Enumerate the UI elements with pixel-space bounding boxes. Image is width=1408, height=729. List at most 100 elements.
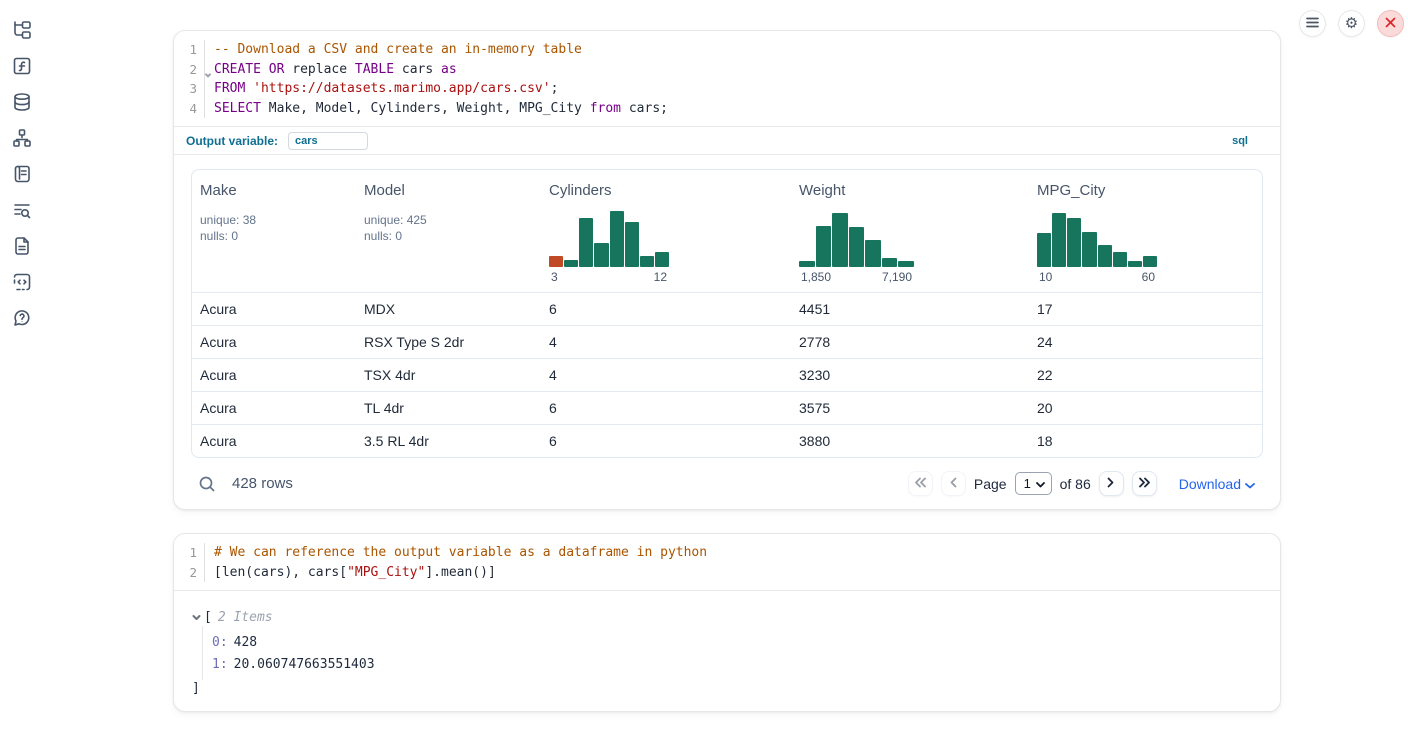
- code-token: Make, Model, Cylinders, Weight, MPG_City: [261, 101, 590, 116]
- page-select-value: 1: [1024, 476, 1031, 491]
- column-name: Make: [200, 182, 348, 199]
- scratchpad-icon: [12, 164, 32, 189]
- settings-button[interactable]: ⚙: [1338, 10, 1365, 37]
- sidebar-item-file-explorer[interactable]: [12, 22, 32, 42]
- dependency-graph-icon: [12, 128, 32, 153]
- column-name: Weight: [799, 182, 1021, 199]
- snippets-code-icon: [12, 272, 32, 297]
- cell-weight: 4451: [791, 293, 1029, 325]
- sidebar-item-logs[interactable]: [12, 202, 32, 222]
- fold-chevron-icon[interactable]: [204, 65, 212, 85]
- tree-items: 0:428 1:20.060747663551403: [202, 626, 1262, 680]
- sidebar-item-help[interactable]: [12, 310, 32, 330]
- hist-min-label: 3: [551, 270, 558, 284]
- histogram-bar: [610, 211, 624, 267]
- histogram-bar: [1098, 245, 1112, 267]
- column-name: MPG_City: [1037, 182, 1254, 199]
- column-header-make[interactable]: Make unique: 38nulls: 0: [192, 170, 356, 292]
- divider: [174, 154, 1280, 155]
- line-number: 2: [174, 60, 204, 80]
- histogram-bar: [1052, 213, 1066, 267]
- output-tree: [ 2 Items 0:428 1:20.060747663551403 ]: [174, 591, 1280, 698]
- column-name: Model: [364, 182, 533, 199]
- histogram-bar: [799, 261, 815, 267]
- last-page-button[interactable]: [1132, 471, 1157, 496]
- column-header-cylinders[interactable]: Cylinders 3 12: [541, 170, 791, 292]
- histogram-bar: [898, 261, 914, 267]
- sidebar-item-scratchpad[interactable]: [12, 166, 32, 186]
- histogram-mpg-city: 10 60: [1037, 211, 1157, 284]
- histogram-bar: [655, 252, 669, 267]
- cell-cylinders: 6: [541, 425, 791, 457]
- sidebar-item-snippets[interactable]: [12, 274, 32, 294]
- download-button[interactable]: Download: [1179, 476, 1255, 492]
- column-stats: unique: 38nulls: 0: [200, 212, 348, 244]
- column-header-mpg-city[interactable]: MPG_City 10 60: [1029, 170, 1262, 292]
- code-token: TABLE: [355, 62, 394, 77]
- code-line: 3 FROM 'https://datasets.marimo.app/cars…: [174, 79, 1280, 99]
- code-token: cars: [394, 62, 441, 77]
- code-token: SELECT: [214, 101, 261, 116]
- cell-weight: 3230: [791, 359, 1029, 391]
- first-page-button[interactable]: [908, 471, 933, 496]
- code-token: [len(cars), cars[: [214, 565, 347, 580]
- histogram-bar: [594, 243, 608, 267]
- sidebar-item-dependency-graph[interactable]: [12, 130, 32, 150]
- search-button[interactable]: [198, 475, 216, 493]
- histogram-bar: [882, 258, 898, 267]
- database-icon: [12, 92, 32, 117]
- line-number: 1: [174, 40, 204, 60]
- sidebar-item-functions[interactable]: [12, 58, 32, 78]
- page-select[interactable]: 1: [1015, 472, 1052, 495]
- code-token: as: [441, 62, 457, 77]
- cell-cylinders: 6: [541, 293, 791, 325]
- code-token: [261, 62, 269, 77]
- hist-min-label: 10: [1039, 270, 1052, 284]
- collapse-chevron-icon[interactable]: [192, 612, 202, 622]
- menu-button[interactable]: [1299, 10, 1326, 37]
- output-variable-input[interactable]: [288, 132, 368, 150]
- document-icon: [12, 236, 32, 261]
- code-token: CREATE: [214, 62, 261, 77]
- sql-cell: 1 -- Download a CSV and create an in-mem…: [173, 30, 1281, 510]
- python-code-editor[interactable]: 1 # We can reference the output variable…: [174, 534, 1280, 590]
- cell-model: TSX 4dr: [356, 359, 541, 391]
- language-badge: sql: [1232, 135, 1248, 147]
- code-token: "MPG_City": [347, 565, 425, 580]
- code-token: ].mean()]: [425, 565, 495, 580]
- cell-model: 3.5 RL 4dr: [356, 425, 541, 457]
- chevron-down-icon: [1036, 476, 1045, 491]
- cell-weight: 3880: [791, 425, 1029, 457]
- histogram-bar: [832, 213, 848, 267]
- next-page-button[interactable]: [1099, 471, 1124, 496]
- code-token: # We can reference the output variable a…: [214, 545, 707, 560]
- cell-make: Acura: [192, 326, 356, 358]
- code-token: -- Download a CSV and create an in-memor…: [214, 42, 582, 57]
- table-row: Acura RSX Type S 2dr 4 2778 24: [192, 325, 1262, 358]
- code-token: OR: [269, 62, 285, 77]
- item-key: 0:: [212, 635, 228, 650]
- table-header-row: Make unique: 38nulls: 0 Model unique: 42…: [192, 170, 1262, 292]
- cell-mpg-city: 22: [1029, 359, 1262, 391]
- column-header-model[interactable]: Model unique: 425nulls: 0: [356, 170, 541, 292]
- sidebar-item-datasources[interactable]: [12, 94, 32, 114]
- code-token: FROM: [214, 81, 245, 96]
- cell-make: Acura: [192, 293, 356, 325]
- cell-weight: 3575: [791, 392, 1029, 424]
- sidebar-item-documentation[interactable]: [12, 238, 32, 258]
- file-tree-icon: [12, 20, 32, 45]
- previous-page-button[interactable]: [941, 471, 966, 496]
- window-controls: ⚙: [1299, 10, 1404, 37]
- histogram-bar: [816, 226, 832, 267]
- histogram-bar: [640, 256, 654, 267]
- item-value: 20.060747663551403: [234, 657, 375, 672]
- histogram-bar: [849, 227, 865, 267]
- cell-model: MDX: [356, 293, 541, 325]
- sidebar: [0, 0, 44, 729]
- line-number: 1: [174, 543, 204, 563]
- cell-mpg-city: 24: [1029, 326, 1262, 358]
- column-header-weight[interactable]: Weight 1,850 7,190: [791, 170, 1029, 292]
- shutdown-button[interactable]: [1377, 10, 1404, 37]
- histogram-bar: [579, 218, 593, 267]
- sql-code-editor[interactable]: 1 -- Download a CSV and create an in-mem…: [174, 31, 1280, 126]
